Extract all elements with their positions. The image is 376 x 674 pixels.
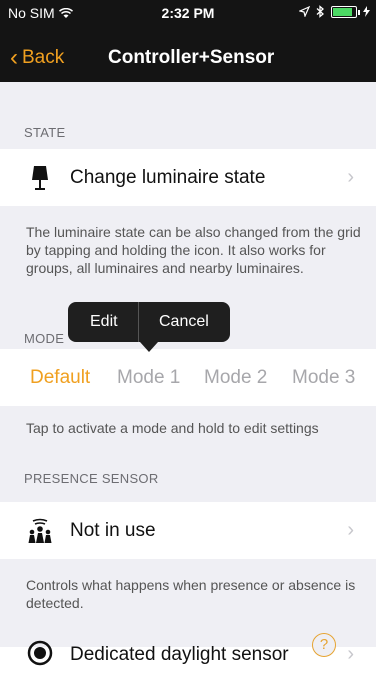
lamp-icon	[32, 166, 48, 190]
top-bar: No SIM 2:32 PM ‹ Back Controller+Sensor	[0, 0, 376, 82]
daylight-sensor-icon	[27, 640, 53, 666]
mode-default[interactable]: Default	[30, 367, 90, 389]
chevron-left-icon: ‹	[10, 44, 18, 71]
change-luminaire-state-label: Change luminaire state	[70, 166, 266, 188]
chevron-right-icon: ›	[347, 166, 354, 188]
popup-divider	[138, 302, 139, 342]
bluetooth-icon	[316, 5, 324, 18]
state-section-header: STATE	[24, 125, 66, 140]
battery-icon	[331, 5, 360, 18]
status-right	[299, 5, 370, 18]
presence-sensor-icon	[28, 518, 52, 543]
presence-footer-text: Controls what happens when presence or a…	[26, 577, 356, 611]
presence-section-header: PRESENCE SENSOR	[24, 471, 159, 486]
charging-bolt-icon	[363, 6, 370, 17]
daylight-sensor-label: Dedicated daylight sensor	[70, 644, 289, 665]
chevron-right-icon: ›	[347, 643, 354, 665]
edit-menu-popup: Edit Cancel	[68, 302, 230, 352]
status-bar: No SIM 2:32 PM	[0, 0, 376, 26]
back-button[interactable]: ‹ Back	[10, 46, 64, 70]
mode-section-header: MODE	[24, 331, 65, 346]
presence-sensor-label: Not in use	[70, 519, 156, 541]
mode-2[interactable]: Mode 2	[204, 367, 267, 389]
chevron-right-icon: ›	[347, 519, 354, 541]
mode-3[interactable]: Mode 3	[292, 367, 355, 389]
mode-footer-text: Tap to activate a mode and hold to edit …	[26, 420, 319, 436]
location-arrow-icon	[299, 6, 310, 17]
page-title: Controller+Sensor	[108, 47, 275, 68]
back-label: Back	[22, 47, 65, 68]
cancel-button[interactable]: Cancel	[159, 313, 209, 331]
popup-arrow	[140, 342, 158, 352]
mode-1[interactable]: Mode 1	[117, 367, 180, 389]
presence-sensor-cell[interactable]: Not in use ›	[0, 502, 376, 559]
edit-button[interactable]: Edit	[90, 313, 118, 331]
state-footer-text: The luminaire state can be also changed …	[26, 224, 361, 276]
navigation-bar: ‹ Back Controller+Sensor	[0, 38, 376, 82]
mode-selector: Default Mode 1 Mode 2 Mode 3	[0, 349, 376, 406]
change-luminaire-state-cell[interactable]: Change luminaire state ›	[0, 149, 376, 206]
help-button[interactable]: ?	[312, 633, 336, 657]
